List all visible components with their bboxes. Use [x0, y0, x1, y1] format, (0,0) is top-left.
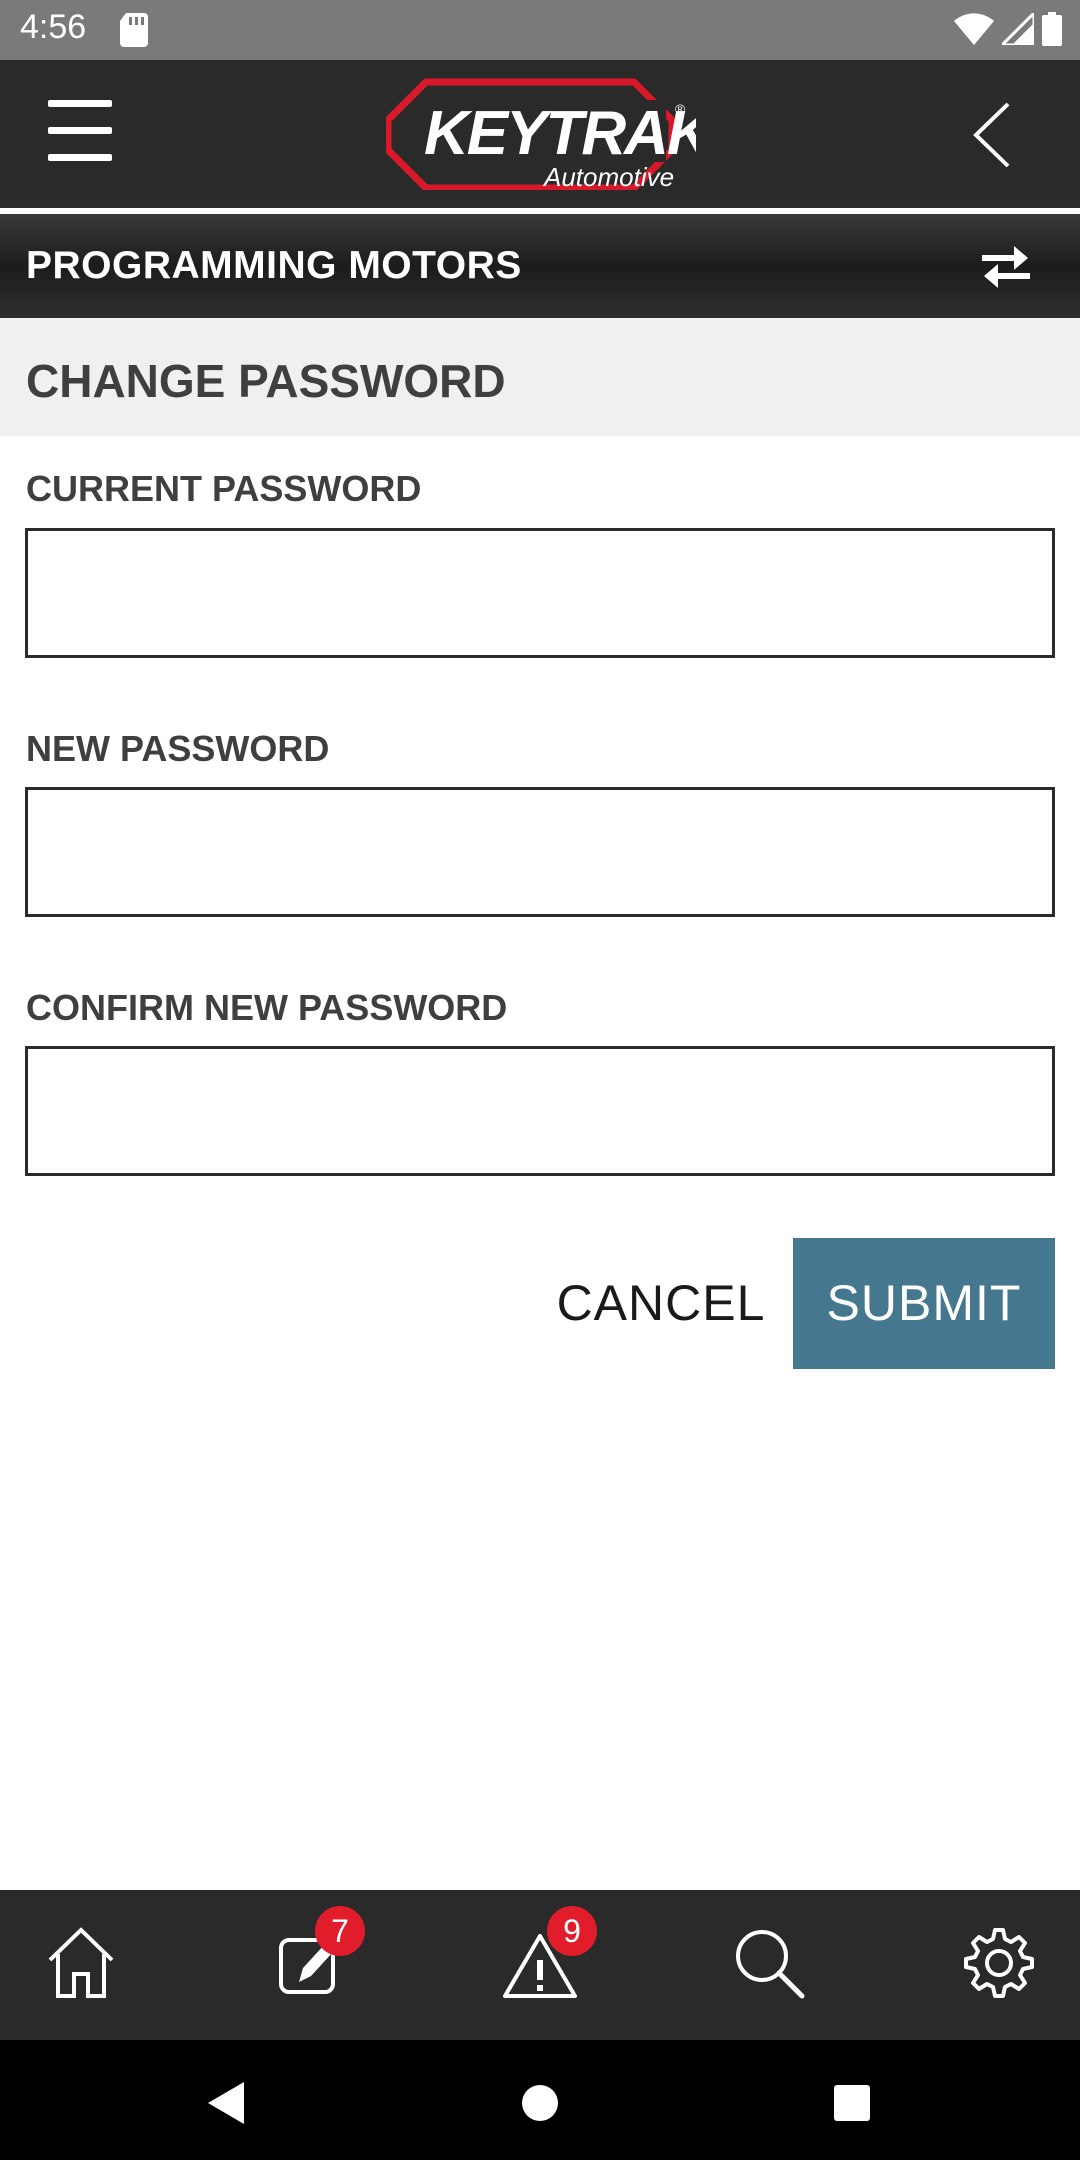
confirm-password-field[interactable]	[25, 1046, 1055, 1176]
status-bar: 4:56	[0, 0, 1080, 60]
sd-card-icon	[120, 13, 148, 52]
back-button[interactable]	[962, 100, 1022, 170]
tab-home[interactable]	[36, 1918, 126, 2008]
nav-home-button[interactable]	[515, 2078, 565, 2128]
triangle-back-icon	[208, 2082, 244, 2124]
tab-edit[interactable]: 7	[265, 1906, 365, 2008]
change-password-header: CHANGE PASSWORD	[0, 318, 1080, 436]
tab-edit-badge: 7	[315, 1906, 365, 1956]
switch-location-button[interactable]	[978, 244, 1034, 290]
tab-search[interactable]	[724, 1918, 814, 2008]
tab-alerts[interactable]: 9	[495, 1906, 597, 2008]
swap-arrows-icon	[982, 246, 1030, 288]
cancel-button[interactable]: CANCEL	[556, 1238, 766, 1368]
app-header: KEYTRAK ® Automotive	[0, 60, 1080, 212]
page-title: CHANGE PASSWORD	[26, 355, 506, 407]
location-title-bar: PROGRAMMING MOTORS	[0, 214, 1080, 318]
location-title: PROGRAMMING MOTORS	[26, 244, 522, 287]
logo-brand-text: KEYTRAK	[424, 99, 696, 168]
current-password-label: CURRENT PASSWORD	[26, 468, 422, 509]
chevron-left-icon	[973, 102, 1010, 168]
hamburger-menu-button[interactable]	[48, 100, 114, 166]
keytrak-logo: KEYTRAK ® Automotive	[384, 78, 718, 192]
nav-back-button[interactable]	[204, 2078, 254, 2128]
status-time: 4:56	[20, 8, 87, 46]
signal-icon	[998, 9, 1036, 50]
square-recents-icon	[834, 2085, 870, 2121]
logo-subtitle: Automotive	[542, 162, 674, 190]
svg-text:®: ®	[675, 101, 686, 117]
system-nav-bar	[0, 2040, 1080, 2160]
gear-icon	[964, 1928, 1034, 1998]
new-password-field[interactable]	[25, 787, 1055, 917]
current-password-field[interactable]	[25, 528, 1055, 658]
tab-settings[interactable]	[954, 1918, 1044, 2008]
home-icon	[48, 1927, 114, 1998]
nav-recents-button[interactable]	[827, 2078, 877, 2128]
circle-home-icon	[522, 2085, 558, 2121]
battery-icon	[1042, 12, 1062, 51]
search-icon	[736, 1930, 805, 1999]
confirm-password-label: CONFIRM NEW PASSWORD	[26, 987, 508, 1028]
new-password-label: NEW PASSWORD	[26, 728, 330, 769]
wifi-icon	[954, 13, 994, 50]
tab-alerts-badge: 9	[547, 1906, 597, 1956]
submit-button[interactable]: SUBMIT	[793, 1238, 1055, 1369]
bottom-tab-bar: 7 9	[0, 1890, 1080, 2040]
